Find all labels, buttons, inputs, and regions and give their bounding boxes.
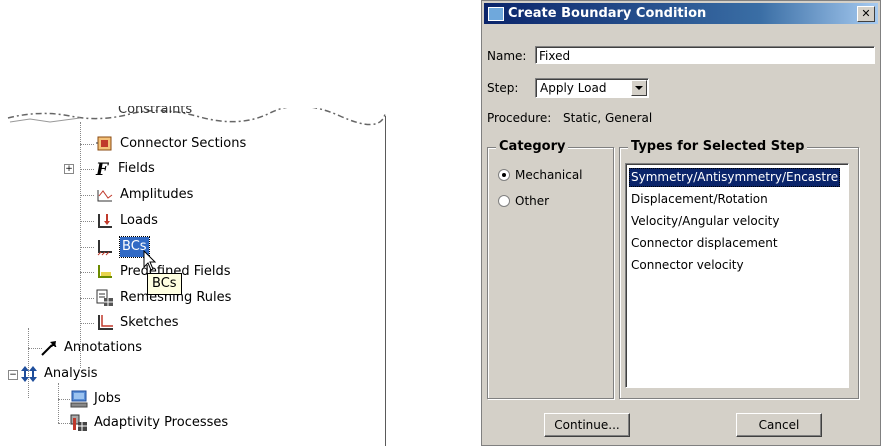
radio-selected-icon <box>498 169 510 181</box>
tree-item-label: Sketches <box>120 315 179 330</box>
tree-line <box>80 169 94 170</box>
step-select[interactable]: Apply Load <box>535 78 649 98</box>
tree-line <box>80 298 94 299</box>
tree-line <box>80 323 94 324</box>
procedure-value: Static, General <box>563 111 653 125</box>
tree-item-label: Analysis <box>44 366 98 381</box>
tree-line <box>80 144 94 145</box>
tree-item-label: Constraints <box>118 106 193 117</box>
list-item[interactable]: Connector velocity <box>629 256 746 275</box>
radio-unselected-icon <box>498 195 510 207</box>
list-item[interactable]: Velocity/Angular velocity <box>629 212 782 231</box>
tree-item-label: Annotations <box>64 340 143 355</box>
torn-edge <box>7 108 386 126</box>
mouse-cursor-icon <box>143 250 157 271</box>
tree-item-label: Connector Sections <box>120 136 247 151</box>
analysis-icon <box>20 365 38 383</box>
list-item[interactable]: Connector displacement <box>629 234 780 253</box>
svg-text:F: F <box>95 160 110 178</box>
tree-item-fields[interactable]: F Fields <box>94 159 155 180</box>
annotations-icon: A <box>40 339 58 357</box>
tree-item-bcs[interactable]: BCs <box>96 236 150 258</box>
tree-line <box>80 195 94 196</box>
category-title: Category <box>496 139 569 154</box>
chevron-down-icon[interactable] <box>631 80 647 96</box>
procedure-label: Procedure: <box>487 111 552 125</box>
tree-item-connector-sections[interactable]: Connector Sections <box>96 134 246 154</box>
tree-line <box>58 423 70 424</box>
radio-label: Mechanical <box>515 168 583 182</box>
fields-icon: F <box>94 160 112 180</box>
name-label: Name: <box>487 49 527 63</box>
connector-sections-icon <box>96 135 114 153</box>
step-label: Step: <box>487 81 519 95</box>
loads-icon <box>96 212 114 230</box>
window-icon <box>488 7 504 21</box>
bcs-icon <box>96 238 114 256</box>
svg-text:A: A <box>51 341 57 349</box>
radio-mechanical[interactable]: Mechanical <box>498 168 583 182</box>
amplitudes-icon <box>96 186 114 204</box>
tree-item-loads[interactable]: Loads <box>96 211 158 231</box>
tree-item-label: Fields <box>118 161 155 176</box>
jobs-icon <box>70 390 88 408</box>
tree-line <box>80 247 94 248</box>
continue-button[interactable]: Continue... <box>544 413 630 437</box>
tree-item-label: Adaptivity Processes <box>94 415 229 430</box>
tree-line <box>80 272 94 273</box>
model-tree: Constraints + − Connector Sections F Fie… <box>0 106 390 446</box>
tree-item-analysis[interactable]: Analysis <box>20 364 98 384</box>
dialog-title: Create Boundary Condition <box>508 6 707 21</box>
tree-item-adaptivity-processes[interactable]: Adaptivity Processes <box>70 413 228 433</box>
tree-item-sketches[interactable]: Sketches <box>96 313 179 333</box>
cancel-button[interactable]: Cancel <box>736 413 822 437</box>
predefined-fields-icon <box>96 263 114 281</box>
sketches-icon <box>96 314 114 332</box>
tree-line <box>80 221 94 222</box>
expand-icon[interactable]: + <box>64 164 74 174</box>
tree-line <box>58 383 59 423</box>
close-button[interactable]: ✕ <box>857 6 875 22</box>
create-boundary-condition-dialog: Create Boundary Condition ✕ Name: Fixed … <box>481 0 881 446</box>
tree-item-amplitudes[interactable]: Amplitudes <box>96 185 193 205</box>
tree-item-constraints-partial[interactable]: Constraints <box>118 106 192 120</box>
collapse-icon[interactable]: − <box>8 370 18 380</box>
radio-other[interactable]: Other <box>498 194 549 208</box>
tree-item-annotations[interactable]: A Annotations <box>40 338 142 358</box>
tree-line <box>80 122 81 368</box>
tree-item-label: Loads <box>120 213 158 228</box>
types-list[interactable]: Symmetry/Antisymmetry/Encastre Displacem… <box>625 163 849 388</box>
list-item[interactable]: Displacement/Rotation <box>629 190 770 209</box>
list-item[interactable]: Symmetry/Antisymmetry/Encastre <box>629 168 841 187</box>
tree-item-jobs[interactable]: Jobs <box>70 389 121 409</box>
category-group: Category Mechanical Other <box>487 139 614 399</box>
tree-item-label: Amplitudes <box>120 187 194 202</box>
adaptivity-processes-icon <box>70 414 88 432</box>
title-bar[interactable]: Create Boundary Condition ✕ <box>484 3 878 24</box>
radio-label: Other <box>515 194 550 208</box>
tree-line <box>58 399 70 400</box>
tree-panel-border <box>385 116 386 446</box>
tree-line <box>28 328 29 398</box>
types-title: Types for Selected Step <box>628 139 808 154</box>
step-value: Apply Load <box>540 81 607 95</box>
name-field[interactable]: Fixed <box>535 46 875 64</box>
tree-item-label: Jobs <box>94 391 121 406</box>
remeshing-rules-icon <box>96 289 114 307</box>
tooltip: BCs <box>147 273 182 295</box>
